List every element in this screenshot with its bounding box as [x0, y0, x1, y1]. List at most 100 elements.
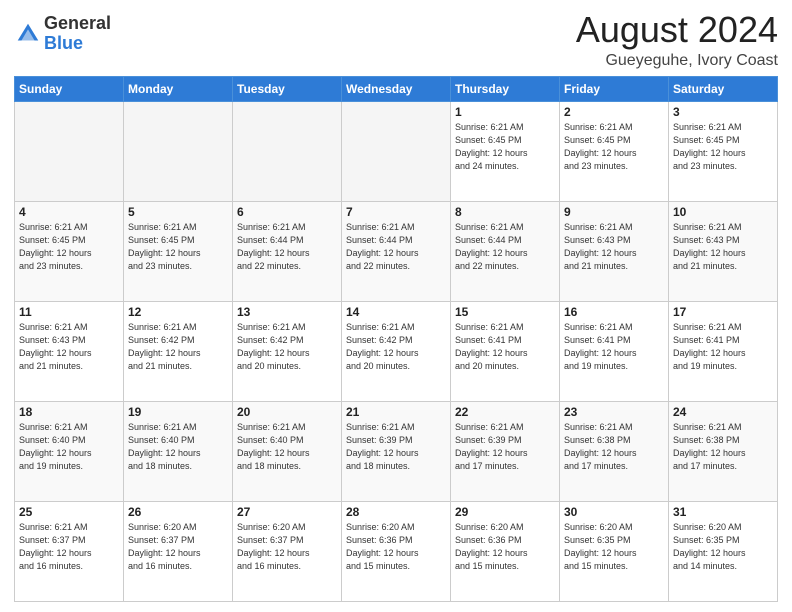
calendar-week-2: 11 Sunrise: 6:21 AM Sunset: 6:43 PM Dayli… [15, 301, 778, 401]
calendar-cell: 29 Sunrise: 6:20 AM Sunset: 6:36 PM Dayli… [451, 501, 560, 601]
day-info: Sunrise: 6:21 AM Sunset: 6:42 PM Dayligh… [346, 321, 446, 373]
day-info: Sunrise: 6:20 AM Sunset: 6:37 PM Dayligh… [128, 521, 228, 573]
calendar-cell: 11 Sunrise: 6:21 AM Sunset: 6:43 PM Dayli… [15, 301, 124, 401]
day-number: 27 [237, 505, 337, 519]
day-number: 29 [455, 505, 555, 519]
day-number: 15 [455, 305, 555, 319]
calendar-week-0: 1 Sunrise: 6:21 AM Sunset: 6:45 PM Daylig… [15, 101, 778, 201]
day-info: Sunrise: 6:21 AM Sunset: 6:45 PM Dayligh… [455, 121, 555, 173]
calendar-dow-wednesday: Wednesday [342, 76, 451, 101]
day-info: Sunrise: 6:21 AM Sunset: 6:39 PM Dayligh… [346, 421, 446, 473]
calendar-cell: 12 Sunrise: 6:21 AM Sunset: 6:42 PM Dayli… [124, 301, 233, 401]
day-number: 9 [564, 205, 664, 219]
day-info: Sunrise: 6:21 AM Sunset: 6:45 PM Dayligh… [564, 121, 664, 173]
calendar-cell: 2Sunrise: 6:21 AM Sunset: 6:45 PM Daylig… [560, 101, 669, 201]
calendar-dow-tuesday: Tuesday [233, 76, 342, 101]
day-info: Sunrise: 6:21 AM Sunset: 6:44 PM Dayligh… [346, 221, 446, 273]
day-number: 19 [128, 405, 228, 419]
day-info: Sunrise: 6:21 AM Sunset: 6:43 PM Dayligh… [564, 221, 664, 273]
calendar-cell: 8 Sunrise: 6:21 AM Sunset: 6:44 PM Daylig… [451, 201, 560, 301]
day-number: 14 [346, 305, 446, 319]
calendar-cell: 20Sunrise: 6:21 AM Sunset: 6:40 PM Dayli… [233, 401, 342, 501]
calendar-cell: 23 Sunrise: 6:21 AM Sunset: 6:38 PM Dayli… [560, 401, 669, 501]
day-number: 21 [346, 405, 446, 419]
logo-blue: Blue [44, 34, 111, 54]
day-info: Sunrise: 6:21 AM Sunset: 6:42 PM Dayligh… [128, 321, 228, 373]
calendar-dow-saturday: Saturday [669, 76, 778, 101]
day-number: 12 [128, 305, 228, 319]
day-info: Sunrise: 6:21 AM Sunset: 6:41 PM Dayligh… [673, 321, 773, 373]
day-info: Sunrise: 6:21 AM Sunset: 6:44 PM Dayligh… [237, 221, 337, 273]
logo-general: General [44, 14, 111, 34]
day-info: Sunrise: 6:21 AM Sunset: 6:42 PM Dayligh… [237, 321, 337, 373]
logo-text: General Blue [44, 14, 111, 54]
day-number: 13 [237, 305, 337, 319]
day-info: Sunrise: 6:21 AM Sunset: 6:40 PM Dayligh… [237, 421, 337, 473]
day-number: 8 [455, 205, 555, 219]
day-info: Sunrise: 6:21 AM Sunset: 6:43 PM Dayligh… [19, 321, 119, 373]
calendar-week-3: 18 Sunrise: 6:21 AM Sunset: 6:40 PM Dayli… [15, 401, 778, 501]
day-info: Sunrise: 6:20 AM Sunset: 6:37 PM Dayligh… [237, 521, 337, 573]
day-info: Sunrise: 6:21 AM Sunset: 6:44 PM Dayligh… [455, 221, 555, 273]
calendar-dow-friday: Friday [560, 76, 669, 101]
calendar-cell: 3Sunrise: 6:21 AM Sunset: 6:45 PM Daylig… [669, 101, 778, 201]
day-number: 28 [346, 505, 446, 519]
calendar-cell: 15 Sunrise: 6:21 AM Sunset: 6:41 PM Dayli… [451, 301, 560, 401]
calendar-week-4: 25Sunrise: 6:21 AM Sunset: 6:37 PM Dayli… [15, 501, 778, 601]
day-info: Sunrise: 6:21 AM Sunset: 6:39 PM Dayligh… [455, 421, 555, 473]
day-number: 4 [19, 205, 119, 219]
day-number: 10 [673, 205, 773, 219]
calendar-dow-sunday: Sunday [15, 76, 124, 101]
day-info: Sunrise: 6:21 AM Sunset: 6:38 PM Dayligh… [564, 421, 664, 473]
calendar-cell: 10 Sunrise: 6:21 AM Sunset: 6:43 PM Dayli… [669, 201, 778, 301]
day-number: 25 [19, 505, 119, 519]
calendar-cell: 19 Sunrise: 6:21 AM Sunset: 6:40 PM Dayli… [124, 401, 233, 501]
calendar-cell [233, 101, 342, 201]
day-number: 23 [564, 405, 664, 419]
day-info: Sunrise: 6:21 AM Sunset: 6:40 PM Dayligh… [128, 421, 228, 473]
day-number: 1 [455, 105, 555, 119]
calendar-cell: 22Sunrise: 6:21 AM Sunset: 6:39 PM Dayli… [451, 401, 560, 501]
calendar-cell: 26 Sunrise: 6:20 AM Sunset: 6:37 PM Dayli… [124, 501, 233, 601]
day-info: Sunrise: 6:20 AM Sunset: 6:35 PM Dayligh… [564, 521, 664, 573]
calendar-cell [124, 101, 233, 201]
calendar-cell: 25Sunrise: 6:21 AM Sunset: 6:37 PM Dayli… [15, 501, 124, 601]
calendar-cell: 21 Sunrise: 6:21 AM Sunset: 6:39 PM Dayli… [342, 401, 451, 501]
calendar-cell: 5Sunrise: 6:21 AM Sunset: 6:45 PM Daylig… [124, 201, 233, 301]
calendar-cell: 6Sunrise: 6:21 AM Sunset: 6:44 PM Daylig… [233, 201, 342, 301]
calendar-dow-thursday: Thursday [451, 76, 560, 101]
day-number: 17 [673, 305, 773, 319]
day-info: Sunrise: 6:20 AM Sunset: 6:36 PM Dayligh… [455, 521, 555, 573]
calendar-week-1: 4 Sunrise: 6:21 AM Sunset: 6:45 PM Daylig… [15, 201, 778, 301]
calendar-cell: 18Sunrise: 6:21 AM Sunset: 6:40 PM Dayli… [15, 401, 124, 501]
calendar-cell [15, 101, 124, 201]
day-number: 3 [673, 105, 773, 119]
day-number: 26 [128, 505, 228, 519]
calendar-header-row: SundayMondayTuesdayWednesdayThursdayFrid… [15, 76, 778, 101]
day-info: Sunrise: 6:21 AM Sunset: 6:41 PM Dayligh… [455, 321, 555, 373]
day-info: Sunrise: 6:21 AM Sunset: 6:43 PM Dayligh… [673, 221, 773, 273]
day-info: Sunrise: 6:21 AM Sunset: 6:41 PM Dayligh… [564, 321, 664, 373]
day-number: 24 [673, 405, 773, 419]
calendar-dow-monday: Monday [124, 76, 233, 101]
logo: General Blue [14, 14, 111, 54]
day-number: 18 [19, 405, 119, 419]
title-block: August 2024 Gueyeguhe, Ivory Coast [576, 10, 778, 70]
day-info: Sunrise: 6:20 AM Sunset: 6:35 PM Dayligh… [673, 521, 773, 573]
logo-icon [14, 20, 42, 48]
day-number: 11 [19, 305, 119, 319]
main-title: August 2024 [576, 10, 778, 50]
calendar-cell: 28Sunrise: 6:20 AM Sunset: 6:36 PM Dayli… [342, 501, 451, 601]
calendar-cell: 7Sunrise: 6:21 AM Sunset: 6:44 PM Daylig… [342, 201, 451, 301]
day-number: 31 [673, 505, 773, 519]
calendar-cell: 31 Sunrise: 6:20 AM Sunset: 6:35 PM Dayli… [669, 501, 778, 601]
day-info: Sunrise: 6:21 AM Sunset: 6:38 PM Dayligh… [673, 421, 773, 473]
day-info: Sunrise: 6:21 AM Sunset: 6:45 PM Dayligh… [128, 221, 228, 273]
calendar-cell: 30Sunrise: 6:20 AM Sunset: 6:35 PM Dayli… [560, 501, 669, 601]
day-number: 16 [564, 305, 664, 319]
calendar-cell: 13 Sunrise: 6:21 AM Sunset: 6:42 PM Dayli… [233, 301, 342, 401]
calendar-cell [342, 101, 451, 201]
calendar-cell: 14 Sunrise: 6:21 AM Sunset: 6:42 PM Dayli… [342, 301, 451, 401]
calendar-table: SundayMondayTuesdayWednesdayThursdayFrid… [14, 76, 778, 602]
day-info: Sunrise: 6:21 AM Sunset: 6:45 PM Dayligh… [19, 221, 119, 273]
